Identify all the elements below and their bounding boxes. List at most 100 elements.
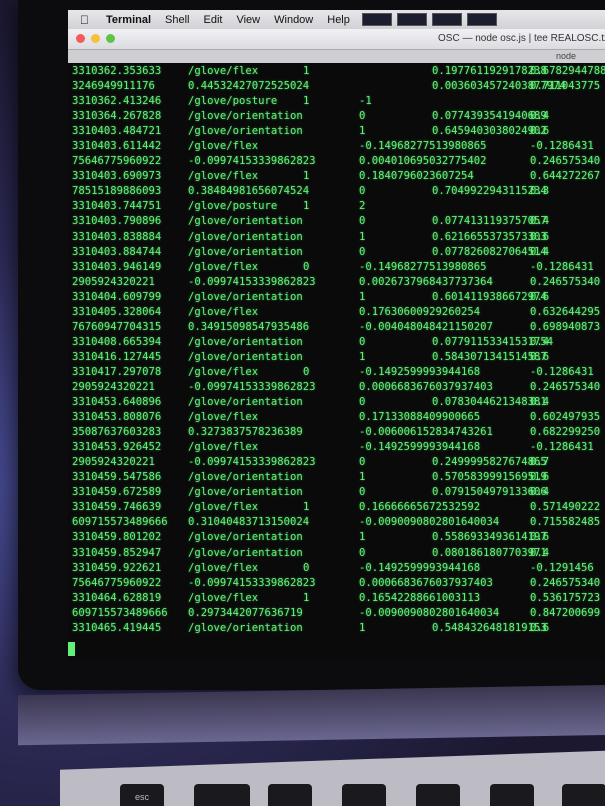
terminal-cell: /glove/orientation (188, 486, 303, 499)
terminal-cell: /glove/posture (188, 95, 278, 108)
terminal-cell: 0 (359, 546, 366, 559)
terminal-cell: /glove/orientation (188, 546, 303, 559)
terminal-output[interactable]: 3310362.353633/glove/flex 1 0.197761192917… (68, 64, 605, 660)
terminal-cell: 0.1840796023607254 (359, 170, 474, 183)
terminal-cell: 0.4 (530, 546, 550, 559)
terminal-cell: 3310464.628819 (72, 591, 162, 604)
terminal-cell: 3310453.640896 (72, 396, 162, 409)
terminal-line: 609715573489666 0.2973442077636719 -0.0090… (68, 606, 605, 621)
terminal-cell: /glove/flex (188, 305, 259, 318)
terminal-cell: -0.1492599993944168 (359, 441, 481, 454)
terminal-cell: 0.4 (530, 335, 550, 348)
terminal-cell: 0 (359, 456, 366, 469)
terminal-cell: 3310417.297078 (72, 365, 162, 378)
zoom-button[interactable] (106, 34, 115, 43)
terminal-cell: 2 (359, 200, 366, 213)
terminal-cell: 1 (303, 200, 310, 213)
terminal-cell: 2905924320221 (72, 275, 155, 288)
terminal-cell: 0.6 (530, 621, 550, 634)
terminal-cell: 3310403.744751 (72, 200, 162, 213)
terminal-cell: 0.0026737968437737364 (359, 275, 493, 288)
terminal-line: 3310403.744751/glove/posture 1 2 (68, 199, 605, 214)
terminal-cell: /glove/flex (188, 561, 259, 574)
key-f2[interactable] (268, 784, 312, 806)
terminal-line: 3310362.353633/glove/flex 1 0.197761192917… (68, 64, 605, 79)
terminal-cell: /glove/orientation (188, 335, 303, 348)
terminal-cell: 0.644272267 (530, 170, 601, 183)
photo-scene:  Terminal Shell Edit View Window Help O… (0, 0, 605, 806)
terminal-cell: /glove/orientation (188, 110, 303, 123)
terminal-cell: 0.4 (530, 245, 550, 258)
menu-help[interactable]: Help (327, 14, 350, 26)
terminal-cell: 0.682299250 (530, 426, 601, 439)
status-icon[interactable] (466, 13, 497, 26)
status-icon[interactable] (396, 13, 427, 26)
terminal-cell: 0.44532427072525024 (188, 80, 310, 93)
menu-edit[interactable]: Edit (204, 14, 223, 26)
status-icon[interactable] (431, 13, 462, 26)
terminal-cell: -0.1492599993944168 (359, 561, 481, 574)
terminal-cell: 0.4 (530, 215, 550, 228)
terminal-cell: 2905924320221 (72, 456, 155, 469)
terminal-cell: 609715573489666 (72, 606, 168, 619)
terminal-cell: 0 (359, 486, 366, 499)
terminal-cell: 0.246575340 (530, 576, 601, 589)
key-f4[interactable] (416, 784, 460, 806)
terminal-cell: 0.3273837578236389 (188, 426, 303, 439)
terminal-cell: -0.09974153339862823 (188, 380, 316, 393)
apple-icon[interactable]:  (80, 13, 96, 27)
status-icon[interactable] (361, 13, 392, 26)
terminal-cell: 0.602497935 (530, 411, 601, 424)
key-f6[interactable] (562, 784, 605, 806)
terminal-line: 3310459.801202/glove/orientation 1 0.55869… (68, 530, 605, 545)
terminal-cell: 0 (303, 561, 310, 574)
menu-terminal[interactable]: Terminal (106, 14, 151, 26)
key-f5[interactable] (490, 784, 534, 806)
terminal-cell: /glove/flex (188, 591, 259, 604)
terminal-line: 3310459.746639/glove/flex 1 0.166666656725… (68, 500, 605, 515)
key-f1[interactable] (194, 784, 250, 806)
terminal-cell: 0.17630600929260254 (359, 305, 481, 318)
terminal-line: 3310459.672589/glove/orientation 0 0.07915… (68, 485, 605, 500)
terminal-cell: 3310403.611442 (72, 140, 162, 153)
terminal-line: 78515189886093 0.38484981656074524 0 0.7049… (68, 184, 605, 199)
terminal-cell: 0.571490222 (530, 501, 601, 514)
terminal-cell: 3310459.746639 (72, 501, 162, 514)
tab-bar: node (68, 50, 605, 63)
menu-shell[interactable]: Shell (165, 14, 189, 26)
tab-node[interactable]: node (556, 51, 576, 61)
terminal-line: 3310408.665394/glove/orientation 0 0.07791… (68, 335, 605, 350)
terminal-cell: 3310403.690973 (72, 170, 162, 183)
key-f3[interactable] (342, 784, 386, 806)
minimize-button[interactable] (91, 34, 100, 43)
terminal-cell: /glove/flex (188, 501, 259, 514)
terminal-cell: 1 (359, 290, 366, 303)
terminal-cell: 1 (359, 621, 366, 634)
terminal-cell: 3310459.547586 (72, 471, 162, 484)
terminal-cell: 3310459.801202 (72, 531, 162, 544)
terminal-line: 3310403.611442/glove/flex -0.149682775139… (68, 139, 605, 154)
terminal-cell: -0.14968277513980865 (359, 260, 487, 273)
terminal-line: 3310404.609799/glove/orientation 1 0.60141… (68, 290, 605, 305)
terminal-cell: 0.6 (530, 290, 550, 303)
terminal-cell: /glove/orientation (188, 350, 303, 363)
terminal-line: 3310453.808076/glove/flex 0.1713308840990… (68, 410, 605, 425)
terminal-cell: 3310416.127445 (72, 350, 162, 363)
terminal-cell: 0.16666665672532592 (359, 501, 481, 514)
terminal-line: 3246949911176 0.44532427072525024 0.003603… (68, 79, 605, 94)
terminal-cell: /glove/flex (188, 170, 259, 183)
terminal-line: 3310403.790896/glove/orientation 0 0.07741… (68, 214, 605, 229)
menu-view[interactable]: View (236, 14, 260, 26)
terminal-cell: /glove/flex (188, 260, 259, 273)
close-button[interactable] (76, 34, 85, 43)
menu-window[interactable]: Window (274, 14, 313, 26)
terminal-cell: 0.6 (530, 350, 550, 363)
terminal-cell: 1 (359, 531, 366, 544)
terminal-line: 2905924320221 -0.09974153339862823 0.00066… (68, 380, 605, 395)
terminal-line: 3310453.640896/glove/orientation 0 0.07830… (68, 395, 605, 410)
key-esc[interactable]: esc (120, 784, 164, 806)
terminal-cell: /glove/orientation (188, 471, 303, 484)
terminal-cell: -0.1492599993944168 (359, 365, 481, 378)
terminal-cell: /glove/orientation (188, 396, 303, 409)
terminal-cell: 1 (303, 170, 310, 183)
